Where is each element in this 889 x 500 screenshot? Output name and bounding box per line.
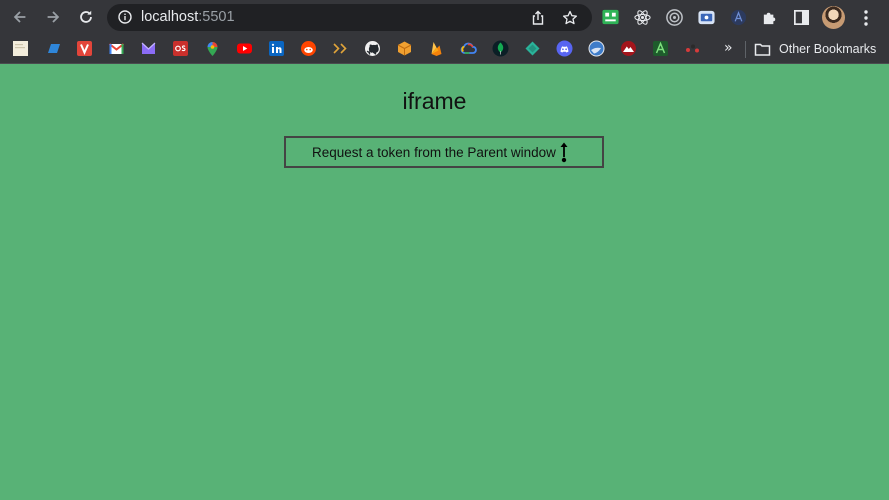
forward-button[interactable] — [43, 7, 63, 27]
browser-toolbar: localhost:5501 — [0, 0, 889, 34]
document-icon — [13, 41, 28, 56]
bookmark-linkedin[interactable] — [268, 40, 285, 57]
google-cloud-icon — [460, 42, 477, 54]
diamond-icon — [525, 41, 540, 56]
angular-a-icon — [653, 41, 668, 56]
red-dots-icon — [686, 44, 699, 53]
gmail-icon — [108, 43, 125, 54]
bookmark-firebase[interactable] — [428, 40, 445, 57]
arrow-left-icon — [13, 11, 26, 23]
bookmark-diamond[interactable] — [524, 40, 541, 57]
target-extension[interactable] — [664, 7, 684, 27]
puzzle-icon — [763, 12, 775, 24]
os-logo-icon — [173, 41, 188, 56]
linkedin-icon — [269, 41, 284, 56]
bookmarks-bar: » Other Bookmarks — [0, 34, 889, 64]
bookmarks-overflow-button[interactable]: » — [724, 39, 733, 57]
bookmark-globe[interactable] — [588, 40, 605, 57]
resize-cursor-icon — [560, 142, 568, 163]
url-text[interactable]: localhost:5501 — [141, 9, 235, 26]
proton-mail-icon — [141, 42, 156, 54]
bookmark-stripe[interactable] — [44, 40, 61, 57]
circle-a-icon — [730, 9, 746, 25]
address-bar[interactable]: localhost:5501 — [107, 4, 592, 31]
bookmark-box[interactable] — [396, 40, 413, 57]
page-heading: iframe — [402, 88, 467, 114]
v-logo-icon — [77, 41, 92, 56]
mountain-badge-icon — [621, 41, 636, 56]
arrow-right-icon — [47, 11, 60, 23]
bookmark-os[interactable] — [172, 40, 189, 57]
reload-icon — [80, 10, 92, 23]
url-host: localhost — [141, 9, 199, 25]
reload-button[interactable] — [76, 7, 96, 27]
menu-dots-icon[interactable] — [860, 9, 872, 27]
reddit-icon — [301, 41, 316, 56]
request-token-label: Request a token from the Parent window — [312, 145, 556, 160]
bookmark-reddit[interactable] — [300, 40, 317, 57]
android-extension[interactable] — [600, 7, 620, 27]
bookmark-discord[interactable] — [556, 40, 573, 57]
bookmark-shield[interactable] — [620, 40, 637, 57]
side-panel-button[interactable] — [791, 7, 811, 27]
bookmark-chevrons[interactable] — [332, 40, 349, 57]
folder-icon — [754, 43, 771, 56]
other-bookmarks-folder[interactable]: Other Bookmarks — [754, 40, 876, 58]
bookmark-proton[interactable] — [140, 40, 157, 57]
monitor-icon — [697, 10, 715, 24]
mongodb-leaf-icon — [492, 40, 509, 57]
target-icon — [665, 8, 683, 26]
star-icon[interactable] — [562, 10, 578, 26]
react-icon — [633, 9, 651, 25]
discord-icon — [556, 40, 573, 57]
profile-avatar[interactable] — [822, 6, 845, 29]
stripe-icon — [48, 44, 60, 53]
android-icon — [601, 9, 619, 24]
maps-pin-icon — [207, 42, 218, 56]
bookmarks-divider — [745, 41, 746, 58]
double-chevron-icon — [333, 43, 347, 54]
bookmark-youtube[interactable] — [236, 40, 253, 57]
cube-icon — [397, 41, 412, 56]
url-port: :5501 — [198, 9, 235, 25]
bookmark-github[interactable] — [364, 40, 381, 57]
bookmark-arrow-a[interactable] — [652, 40, 669, 57]
back-button[interactable] — [10, 7, 30, 27]
bookmark-mongodb[interactable] — [492, 40, 509, 57]
bookmark-maps[interactable] — [204, 40, 221, 57]
extensions-button[interactable] — [760, 7, 780, 27]
globe-icon — [588, 40, 605, 57]
info-icon[interactable] — [118, 10, 132, 24]
bookmark-dots[interactable] — [684, 40, 701, 57]
bookmark-gcloud[interactable] — [460, 40, 477, 57]
circle-a-extension[interactable] — [728, 7, 748, 27]
monitor-extension[interactable] — [696, 7, 716, 27]
firebase-icon — [431, 42, 442, 56]
react-extension[interactable] — [632, 7, 652, 27]
sidepanel-icon — [793, 9, 809, 25]
bookmark-doc[interactable] — [12, 40, 29, 57]
other-bookmarks-label: Other Bookmarks — [779, 42, 877, 56]
share-icon[interactable] — [530, 10, 546, 26]
github-icon — [365, 41, 380, 56]
youtube-icon — [237, 43, 252, 54]
request-token-button[interactable]: Request a token from the Parent window — [284, 136, 604, 168]
bookmark-vercel[interactable] — [76, 40, 93, 57]
bookmark-gmail[interactable] — [108, 40, 125, 57]
